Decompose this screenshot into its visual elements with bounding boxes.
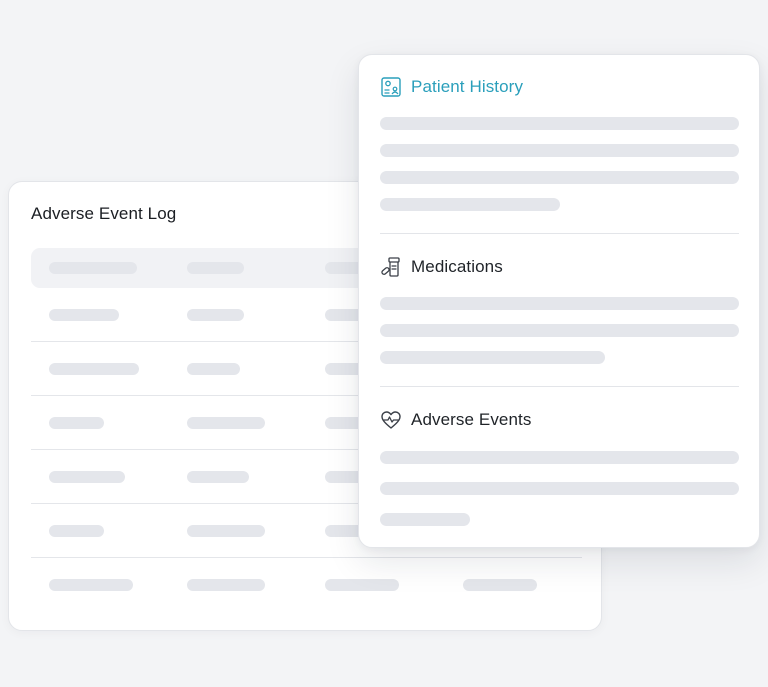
text-placeholder xyxy=(380,451,739,464)
cell-placeholder xyxy=(187,579,265,591)
cell-placeholder xyxy=(49,309,119,321)
text-placeholder xyxy=(380,513,470,526)
section-title: Patient History xyxy=(411,77,524,96)
cell-placeholder xyxy=(49,417,104,429)
section-medications[interactable]: Medications xyxy=(380,256,503,278)
cell-placeholder xyxy=(49,525,104,537)
header-placeholder xyxy=(187,262,244,274)
table-row[interactable] xyxy=(31,558,582,611)
cell-placeholder xyxy=(325,579,399,591)
medication-icon xyxy=(381,257,400,277)
cell-placeholder xyxy=(49,363,139,375)
cell-placeholder xyxy=(187,363,240,375)
text-placeholder xyxy=(380,324,739,337)
cell-placeholder xyxy=(187,309,244,321)
section-divider xyxy=(380,233,739,234)
cell-placeholder xyxy=(463,579,537,591)
patient-record-card: Patient History Medications Adverse Even… xyxy=(358,54,760,548)
cell-placeholder xyxy=(49,579,133,591)
cell-placeholder xyxy=(49,471,125,483)
text-placeholder xyxy=(380,171,739,184)
section-adverse-events[interactable]: Adverse Events xyxy=(380,409,531,431)
log-card-title: Adverse Event Log xyxy=(31,204,177,223)
text-placeholder xyxy=(380,144,739,157)
text-placeholder xyxy=(380,198,560,211)
cell-placeholder xyxy=(187,525,265,537)
section-title: Adverse Events xyxy=(411,410,532,429)
text-placeholder xyxy=(380,482,739,495)
cell-placeholder xyxy=(187,471,249,483)
header-placeholder xyxy=(49,262,137,274)
text-placeholder xyxy=(380,351,605,364)
heart-pulse-icon xyxy=(381,411,401,429)
text-placeholder xyxy=(380,297,739,310)
section-divider xyxy=(380,386,739,387)
section-title: Medications xyxy=(411,257,503,276)
patient-chart-icon xyxy=(381,77,401,97)
section-patient-history[interactable]: Patient History xyxy=(380,76,523,98)
cell-placeholder xyxy=(187,417,265,429)
text-placeholder xyxy=(380,117,739,130)
